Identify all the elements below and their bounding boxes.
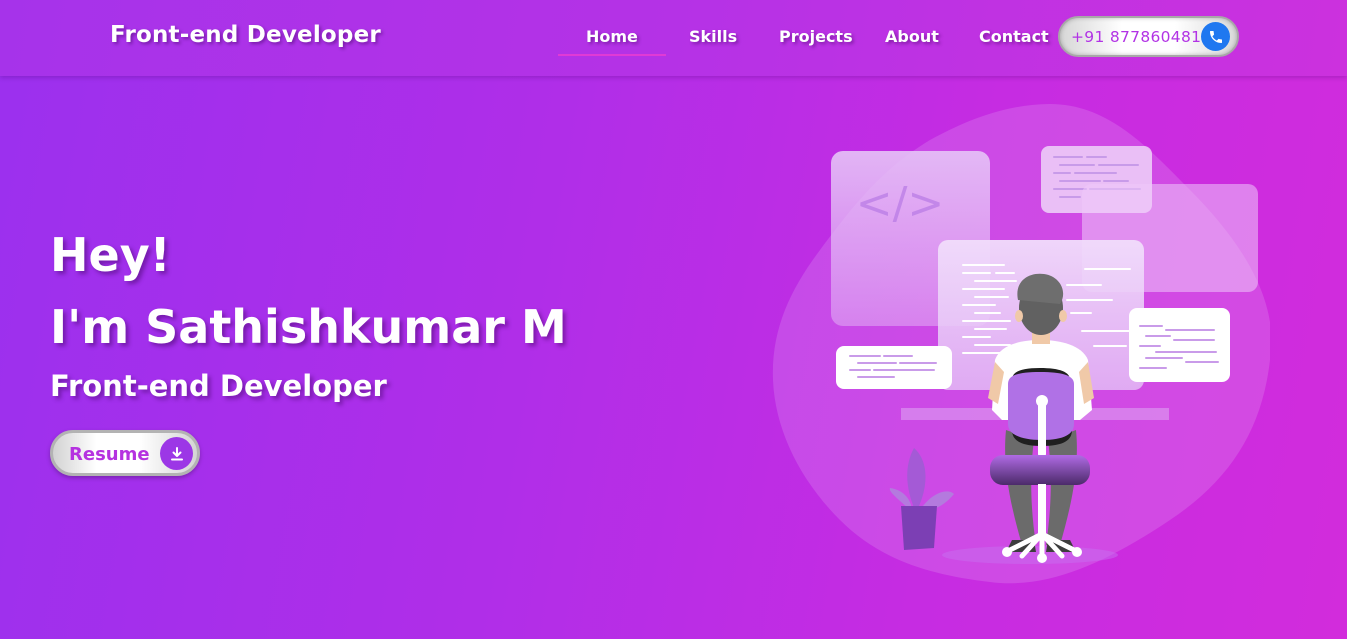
resume-download-button[interactable]: Resume — [50, 430, 200, 476]
hero-name: I'm Sathishkumar M — [50, 300, 567, 354]
nav-link-skills[interactable]: Skills — [689, 27, 737, 46]
phone-contact-button[interactable]: +91 8778604816 — [1058, 16, 1239, 57]
nav-link-home[interactable]: Home — [558, 27, 666, 56]
nav-link-about[interactable]: About — [885, 27, 939, 46]
phone-number: +91 8778604816 — [1071, 28, 1212, 46]
download-icon — [160, 437, 193, 470]
hero-greeting: Hey! — [50, 228, 171, 282]
navbar: Front-end Developer Home Skills Projects… — [0, 0, 1347, 76]
nav-link-projects[interactable]: Projects — [779, 27, 853, 46]
developer-illustration: </> — [772, 104, 1270, 584]
nav-link-contact[interactable]: Contact — [979, 27, 1049, 46]
phone-icon — [1201, 22, 1230, 51]
resume-label: Resume — [69, 444, 150, 465]
code-symbol: </> — [856, 178, 945, 229]
code-snippet-card-left — [836, 346, 952, 389]
brand-title[interactable]: Front-end Developer — [110, 22, 381, 48]
hero-role: Front-end Developer — [50, 369, 387, 403]
